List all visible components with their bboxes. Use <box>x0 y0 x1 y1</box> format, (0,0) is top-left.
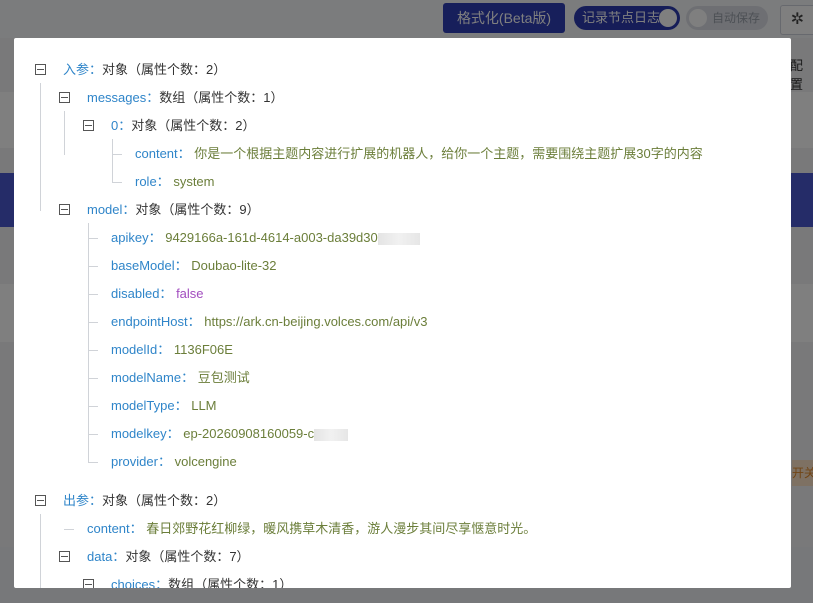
leaf-value: volcengine <box>174 454 237 469</box>
redacted-blur <box>377 232 420 245</box>
node-key: messages： <box>87 90 160 105</box>
tree-guide-line <box>40 514 41 588</box>
node-type: 对象（属性个数：9） <box>135 202 260 217</box>
collapse-toggle-icon[interactable] <box>59 551 70 562</box>
tree-guide-line <box>88 462 98 463</box>
tree-node-messages[interactable]: messages：数组（属性个数：1） <box>59 84 283 112</box>
node-type: 对象（属性个数：2） <box>102 493 227 508</box>
node-key: model： <box>87 202 136 217</box>
json-viewer-modal: 入参：对象（属性个数：2） messages：数组（属性个数：1） 0：对象（属… <box>14 38 791 588</box>
node-type: 对象（属性个数：7） <box>125 549 250 564</box>
collapse-toggle-icon[interactable] <box>59 92 70 103</box>
tree-leaf-content: content： 你是一个根据主题内容进行扩展的机器人，给你一个主题，需要围绕主… <box>135 140 703 168</box>
node-key: choices： <box>111 577 169 588</box>
tree-leaf-modelname: modelName： 豆包测试 <box>111 364 250 392</box>
collapse-toggle-icon[interactable] <box>83 120 94 131</box>
node-type: 对象（属性个数：2） <box>131 118 256 133</box>
tree-guide-line <box>112 182 122 183</box>
leaf-value: 春日郊野花红柳绿，暖风携草木清香，游人漫步其间尽享惬意时光。 <box>146 521 537 536</box>
node-key: 0： <box>111 118 132 133</box>
tree-leaf-role: role： system <box>135 168 214 196</box>
collapse-toggle-icon[interactable] <box>35 64 46 75</box>
leaf-key: content： <box>135 146 191 161</box>
leaf-key: endpointHost： <box>111 314 201 329</box>
tree-leaf-basemodel: baseModel： Doubao-lite-32 <box>111 252 277 280</box>
tree-leaf-disabled: disabled： false <box>111 280 204 308</box>
collapse-toggle-icon[interactable] <box>83 579 94 588</box>
leaf-key: content： <box>87 521 143 536</box>
leaf-key: disabled： <box>111 286 173 301</box>
tree-guide-line <box>88 434 98 435</box>
leaf-key: modelName： <box>111 370 195 385</box>
leaf-value: LLM <box>191 398 217 413</box>
tree-leaf-modeltype: modelType： LLM <box>111 392 217 420</box>
tree-leaf-modelkey: modelkey： ep-20260908160059-c <box>111 420 349 448</box>
leaf-value: false <box>176 286 204 301</box>
leaf-value: Doubao-lite-32 <box>191 258 277 273</box>
tree-guide-line <box>88 378 98 379</box>
tree-leaf-output-content: content： 春日郊野花红柳绿，暖风携草木清香，游人漫步其间尽享惬意时光。 <box>87 515 536 543</box>
leaf-value: 1136F06E <box>173 342 233 357</box>
tree-node-choices[interactable]: choices：数组（属性个数：1） <box>83 571 292 588</box>
node-type: 数组（属性个数：1） <box>159 90 284 105</box>
node-key: 入参： <box>63 62 103 77</box>
json-tree: 入参：对象（属性个数：2） messages：数组（属性个数：1） 0：对象（属… <box>14 38 791 588</box>
leaf-value: 豆包测试 <box>197 370 250 385</box>
leaf-key: modelType： <box>111 398 188 413</box>
tree-guide-line <box>64 111 65 155</box>
tree-node-model[interactable]: model：对象（属性个数：9） <box>59 196 260 224</box>
leaf-value: https://ark.cn-beijing.volces.com/api/v3 <box>204 314 428 329</box>
tree-leaf-endpointhost: endpointHost： https://ark.cn-beijing.vol… <box>111 308 428 336</box>
leaf-value: ep-20260908160059-c <box>183 426 315 441</box>
tree-node-data[interactable]: data：对象（属性个数：7） <box>59 543 250 571</box>
tree-guide-line <box>88 350 98 351</box>
tree-node-input[interactable]: 入参：对象（属性个数：2） <box>35 56 226 84</box>
collapse-toggle-icon[interactable] <box>35 495 46 506</box>
leaf-value: system <box>173 174 215 189</box>
tree-leaf-provider: provider： volcengine <box>111 448 237 476</box>
tree-guide-line <box>88 238 98 239</box>
node-key: 出参： <box>63 493 103 508</box>
tree-guide-line <box>88 322 98 323</box>
leaf-key: apikey： <box>111 230 162 245</box>
leaf-key: baseModel： <box>111 258 188 273</box>
leaf-value: 你是一个根据主题内容进行扩展的机器人，给你一个主题，需要围绕主题扩展30字的内容 <box>194 146 703 161</box>
tree-guide-line <box>88 223 89 463</box>
tree-node-message-0[interactable]: 0：对象（属性个数：2） <box>83 112 255 140</box>
tree-guide-line <box>88 294 98 295</box>
tree-guide-line <box>112 154 122 155</box>
tree-guide-line <box>112 139 113 183</box>
tree-node-output[interactable]: 出参：对象（属性个数：2） <box>35 487 226 515</box>
leaf-key: modelkey： <box>111 426 180 441</box>
node-key: data： <box>87 549 126 564</box>
tree-guide-line <box>88 406 98 407</box>
collapse-toggle-icon[interactable] <box>59 204 70 215</box>
tree-guide-line <box>64 529 74 530</box>
redacted-blur <box>314 428 349 441</box>
tree-guide-line <box>40 83 41 211</box>
tree-leaf-modelid: modelId： 1136F06E <box>111 336 233 364</box>
leaf-key: modelId： <box>111 342 171 357</box>
leaf-key: role： <box>135 174 170 189</box>
tree-guide-line <box>88 266 98 267</box>
node-type: 数组（属性个数：1） <box>168 577 293 588</box>
node-type: 对象（属性个数：2） <box>102 62 227 77</box>
tree-leaf-apikey: apikey： 9429166a-161d-4614-a003-da39d30 <box>111 224 420 252</box>
leaf-key: provider： <box>111 454 171 469</box>
leaf-value: 9429166a-161d-4614-a003-da39d30 <box>165 230 378 245</box>
